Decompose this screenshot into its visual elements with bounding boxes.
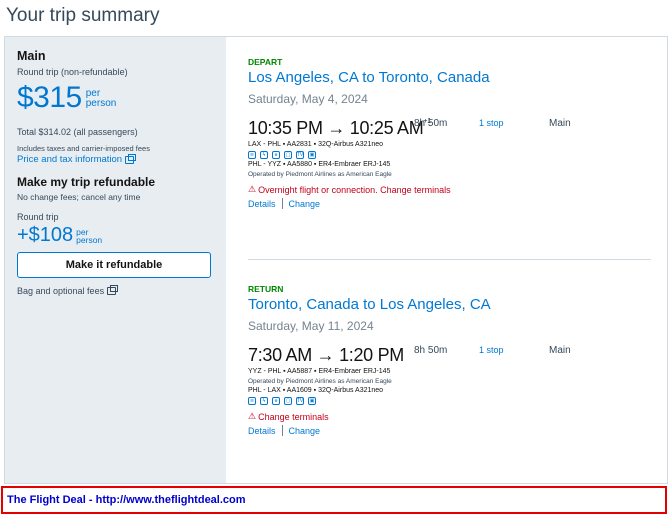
make-refundable-button[interactable]: Make it refundable xyxy=(17,252,211,278)
bag-fees-link[interactable]: Bag and optional fees xyxy=(17,285,214,296)
fare-sidebar: Main Round trip (non-refundable) $315 pe… xyxy=(5,37,226,483)
streaming-icon: ▣ xyxy=(308,151,316,159)
footer-banner: The Flight Deal - http://www.theflightde… xyxy=(1,486,667,514)
trip-summary-card: Main Round trip (non-refundable) $315 pe… xyxy=(4,36,668,484)
flight-times: 7:30 AM → 1:20 PM xyxy=(248,345,404,365)
segment-route: Los Angeles, CA to Toronto, Canada xyxy=(248,69,490,86)
flight-duration: 8h 50m xyxy=(414,118,448,129)
screen-icon: ▢ xyxy=(284,397,292,405)
price-row: $315 per person xyxy=(17,81,214,115)
refund-trip-type: Round trip xyxy=(17,212,59,222)
segment-links: Details Change xyxy=(248,425,648,436)
flight-leg-info: YYZ - PHL ▪ AA5887 ▪ ER4-Embraer ERJ-145 xyxy=(248,368,391,375)
segment-date: Saturday, May 4, 2024 xyxy=(248,92,368,106)
footer-text[interactable]: The Flight Deal - http://www.theflightde… xyxy=(7,494,246,506)
segment-date: Saturday, May 11, 2024 xyxy=(248,319,374,333)
cabin-class: Main xyxy=(549,345,571,356)
operated-by: Operated by Piedmont Airlines as America… xyxy=(248,378,392,385)
time-row: 10:35 PM → 10:25 AM+1 8h 50m 1 stop Main xyxy=(248,118,648,139)
link-divider xyxy=(281,198,283,209)
fare-type: Round trip (non-refundable) xyxy=(17,67,128,77)
details-link[interactable]: Details xyxy=(248,199,276,209)
page-title: Your trip summary xyxy=(6,5,160,26)
segment-label: RETURN xyxy=(248,284,284,294)
link-divider xyxy=(281,425,283,436)
streaming-icon: ▣ xyxy=(308,397,316,405)
amenities-row: ≋ ϟ ᵾ ▢ TV ▣ xyxy=(248,151,648,159)
stops-link[interactable]: 1 stop xyxy=(479,345,504,355)
fare-price: $315 xyxy=(17,81,82,114)
fare-name: Main xyxy=(17,49,46,63)
segment-label: DEPART xyxy=(248,57,283,67)
stops-link[interactable]: 1 stop xyxy=(479,118,504,128)
segment-links: Details Change xyxy=(248,198,648,209)
tv-icon: TV xyxy=(296,151,304,159)
warning-icon: ⚠ xyxy=(248,411,257,421)
wifi-icon: ≋ xyxy=(248,397,256,405)
flight-duration: 8h 50m xyxy=(414,345,448,356)
depart-segment: DEPART Los Angeles, CA to Toronto, Canada… xyxy=(248,57,648,209)
segment-divider xyxy=(248,259,651,260)
refund-per-person: per person xyxy=(76,227,103,245)
itinerary-main: DEPART Los Angeles, CA to Toronto, Canada… xyxy=(248,37,658,483)
amenities-row: ≋ ϟ ᵾ ▢ TV ▣ xyxy=(248,397,648,405)
external-window-icon xyxy=(125,153,137,164)
operated-by: Operated by Piedmont Airlines as America… xyxy=(248,171,392,178)
warning-icon: ⚠ xyxy=(248,184,257,194)
flight-leg-info: PHL - LAX ▪ AA1609 ▪ 32Q-Airbus A321neo xyxy=(248,387,384,394)
per-person-label: per person xyxy=(85,88,117,109)
usb-icon: ᵾ xyxy=(272,397,280,405)
flight-leg-info: LAX - PHL ▪ AA2831 ▪ 32Q-Airbus A321neo xyxy=(248,141,384,148)
segment-warning: ⚠ Overnight flight or connection. Change … xyxy=(248,184,451,195)
power-icon: ϟ xyxy=(260,151,268,159)
total-price: Total $314.02 (all passengers) xyxy=(17,127,138,137)
flight-times: 10:35 PM → 10:25 AM+1 xyxy=(248,118,431,138)
tv-icon: TV xyxy=(296,397,304,405)
refund-heading: Make my trip refundable xyxy=(17,175,156,189)
usb-icon: ᵾ xyxy=(272,151,280,159)
taxes-note: Includes taxes and carrier-imposed fees xyxy=(17,144,150,153)
arrow-right-icon: → xyxy=(316,345,335,365)
refund-price: +$108 xyxy=(17,224,74,246)
segment-warning: ⚠ Change terminals xyxy=(248,411,329,422)
return-segment: RETURN Toronto, Canada to Los Angeles, CA… xyxy=(248,284,648,436)
flight-leg-info: PHL - YYZ ▪ AA5880 ▪ ER4-Embraer ERJ-145 xyxy=(248,161,391,168)
price-tax-link[interactable]: Price and tax information xyxy=(17,153,214,165)
cabin-class: Main xyxy=(549,118,571,129)
screen-icon: ▢ xyxy=(284,151,292,159)
arrow-right-icon: → xyxy=(327,118,346,138)
wifi-icon: ≋ xyxy=(248,151,256,159)
refund-price-row: +$108 per person xyxy=(17,224,214,246)
external-window-icon xyxy=(107,285,119,295)
details-link[interactable]: Details xyxy=(248,426,276,436)
refund-subtext: No change fees; cancel any time xyxy=(17,192,141,202)
power-icon: ϟ xyxy=(260,397,268,405)
change-link[interactable]: Change xyxy=(289,426,321,436)
segment-route: Toronto, Canada to Los Angeles, CA xyxy=(248,296,491,313)
time-row: 7:30 AM → 1:20 PM 8h 50m 1 stop Main xyxy=(248,345,648,366)
change-link[interactable]: Change xyxy=(289,199,321,209)
